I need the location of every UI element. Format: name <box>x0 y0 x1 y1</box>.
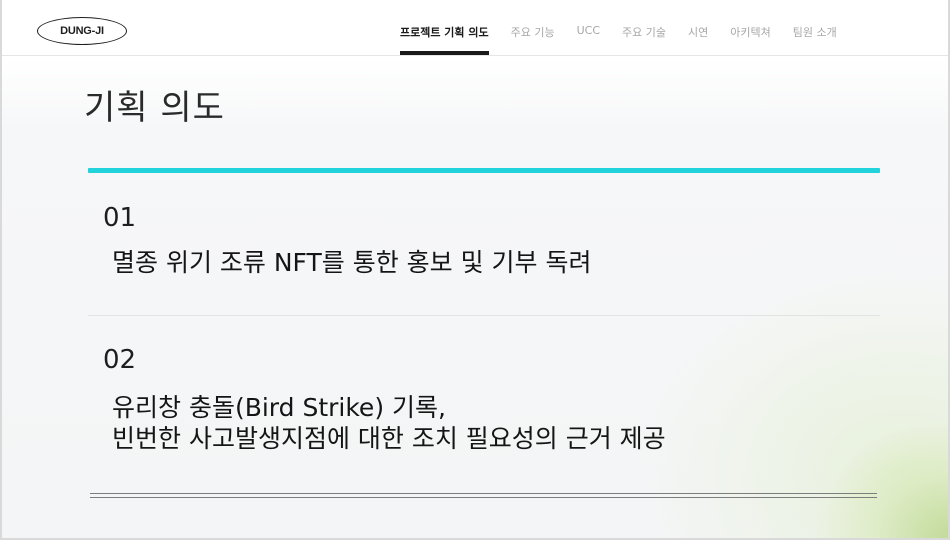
nav-item-project-intent[interactable]: 프로젝트 기획 의도 <box>400 0 489 55</box>
logo[interactable]: DUNG-JI <box>37 17 127 45</box>
item-text-02-line-1: 유리창 충돌(Bird Strike) 기록, <box>112 393 446 422</box>
item-text-02-line-2: 빈번한 사고발생지점에 대한 조치 필요성의 근거 제공 <box>112 424 666 453</box>
nav-item-demo[interactable]: 시연 <box>688 0 708 55</box>
nav-item-main-features[interactable]: 주요 기능 <box>511 0 555 55</box>
item-text-02: 유리창 충돌(Bird Strike) 기록, 빈번한 사고발생지점에 대한 조… <box>112 392 666 454</box>
section-divider <box>88 315 880 316</box>
accent-divider <box>88 168 880 173</box>
logo-text: DUNG-JI <box>60 25 104 37</box>
top-navigation-bar: DUNG-JI 프로젝트 기획 의도 주요 기능 UCC 주요 기술 시연 아키… <box>2 0 948 56</box>
item-text-01: 멸종 위기 조류 NFT를 통한 홍보 및 기부 독려 <box>112 247 592 278</box>
item-text-01-line-1: 멸종 위기 조류 NFT를 통한 홍보 및 기부 독려 <box>112 248 592 277</box>
slide-frame: DUNG-JI 프로젝트 기획 의도 주요 기능 UCC 주요 기술 시연 아키… <box>0 0 950 540</box>
nav-item-architecture[interactable]: 아키텍쳐 <box>730 0 770 55</box>
item-number-01: 01 <box>103 203 137 233</box>
bottom-double-rule <box>90 493 877 498</box>
nav-item-main-tech[interactable]: 주요 기술 <box>622 0 666 55</box>
nav-item-ucc[interactable]: UCC <box>577 0 600 55</box>
nav-menu: 프로젝트 기획 의도 주요 기능 UCC 주요 기술 시연 아키텍쳐 팀원 소개 <box>400 0 859 55</box>
item-number-02: 02 <box>103 345 137 375</box>
page-title: 기획 의도 <box>84 88 225 128</box>
nav-item-team[interactable]: 팀원 소개 <box>793 0 837 55</box>
